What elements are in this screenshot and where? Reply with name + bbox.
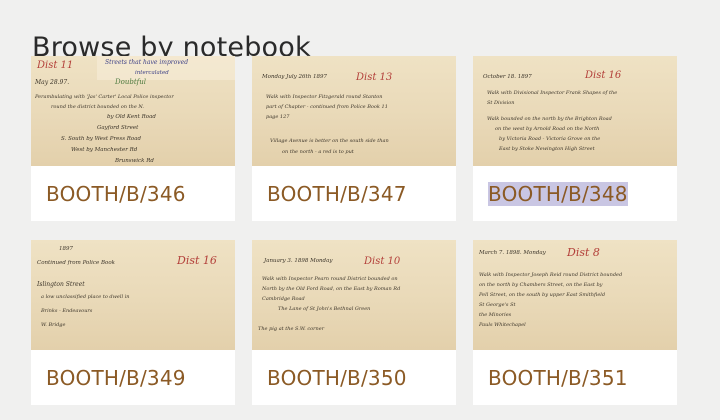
page-text: Continued from Police Book — [37, 260, 116, 266]
page-text: Dist 16 — [584, 70, 622, 81]
page-text: March 7. 1898. Monday — [478, 250, 547, 256]
notebook-page-thumbnail[interactable]: March 7. 1898. Monday Dist 8 Walk with I… — [473, 240, 677, 350]
page-text: on the north - a red is to put — [282, 149, 355, 155]
notebook-card-348[interactable]: October 18. 1897 Dist 16 Walk with Divis… — [473, 56, 677, 221]
page-text: North by the Old Ford Road, on the East … — [261, 286, 400, 292]
page-text: Walk with Divisional Inspector Frank Sha… — [487, 90, 617, 96]
notebook-reference[interactable]: BOOTH/B/350 — [267, 366, 407, 390]
notebook-reference[interactable]: BOOTH/B/349 — [46, 366, 186, 390]
page-text: Brinks - Endeavours — [40, 308, 93, 314]
notebook-card-351[interactable]: March 7. 1898. Monday Dist 8 Walk with I… — [473, 240, 677, 405]
page-text: the Minories — [479, 312, 512, 318]
page-text: The pig at the S.W. corner — [258, 326, 325, 332]
page-text: S. South by West Press Road — [61, 136, 142, 142]
page-text: Dist 11 — [36, 60, 73, 71]
page-text: on the north by Chambers Street, on the … — [479, 282, 603, 288]
page-text: Dist 13 — [355, 72, 392, 83]
page-text: St Division — [487, 100, 514, 106]
page-text: West by Manchester Rd — [71, 147, 138, 153]
notebook-card-347[interactable]: Monday July 26th 1897 Dist 13 Walk with … — [252, 56, 456, 221]
page-text: Islington Street — [36, 281, 85, 288]
notebook-page-thumbnail[interactable]: Monday July 26th 1897 Dist 13 Walk with … — [252, 56, 456, 166]
page-text: Walk with Inspector Pearn round District… — [262, 276, 398, 282]
notebook-reference[interactable]: BOOTH/B/348 — [488, 181, 628, 206]
page-text: Walk with Inspector Fitzgerald round Sta… — [266, 94, 382, 100]
page-text: May 28.97. — [34, 79, 69, 86]
page-text: W. Bridge — [41, 322, 66, 328]
notebook-card-349[interactable]: 1897 Dist 16 Continued from Police Book … — [31, 240, 235, 405]
page-text: Village Avenue is better on the south si… — [270, 138, 389, 144]
page-text: January 3. 1898 Monday — [263, 258, 333, 264]
page-text: by Old Kent Road — [107, 114, 156, 120]
page-text: page 127 — [266, 114, 290, 120]
page-text: Cambridge Road — [262, 296, 305, 302]
page-text: a low unclassified place to dwell in — [41, 294, 129, 300]
page-text: intercalated — [135, 70, 169, 76]
notebook-label-wrap: BOOTH/B/346 — [31, 166, 235, 221]
page-text: St George's St — [479, 302, 516, 308]
notebook-card-350[interactable]: January 3. 1898 Monday Dist 10 Walk with… — [252, 240, 456, 405]
page-text: Pauls Whitechapel — [478, 322, 526, 328]
notebook-page-thumbnail[interactable]: Dist 11 May 28.97. Streets that have imp… — [31, 56, 235, 166]
page-text: part of Chapter - continued from Police … — [266, 104, 388, 110]
notebook-page-thumbnail[interactable]: October 18. 1897 Dist 16 Walk with Divis… — [473, 56, 677, 166]
notebook-reference[interactable]: BOOTH/B/347 — [267, 182, 407, 206]
notebook-label-wrap: BOOTH/B/348 — [473, 166, 677, 221]
page-text: round the district bounded on the N. — [51, 104, 144, 110]
page-text: Pell Street, on the south by upper East … — [478, 292, 605, 298]
page-text: October 18. 1897 — [483, 74, 532, 80]
notebook-label-wrap: BOOTH/B/351 — [473, 350, 677, 405]
page-text: Dist 16 — [176, 254, 217, 267]
page-text: Streets that have improved — [105, 59, 188, 66]
notebook-reference[interactable]: BOOTH/B/346 — [46, 182, 186, 206]
page-text: The Lane of St John's Bethnal Green — [278, 306, 370, 312]
page-text: Monday July 26th 1897 — [261, 74, 327, 80]
page-text: Perambulating with 'Jas' Carter' Local P… — [34, 94, 174, 100]
notebook-grid: Dist 11 May 28.97. Streets that have imp… — [31, 56, 677, 405]
notebook-label-wrap: BOOTH/B/350 — [252, 350, 456, 405]
page-text: on the west by Arnold Road on the North — [495, 126, 599, 132]
notebook-page-thumbnail[interactable]: January 3. 1898 Monday Dist 10 Walk with… — [252, 240, 456, 350]
page-text: by Victoria Road - Victoria Grove on the — [499, 136, 600, 142]
page-text: Brunswick Rd — [114, 158, 154, 164]
notebook-page-thumbnail[interactable]: 1897 Dist 16 Continued from Police Book … — [31, 240, 235, 350]
page-text: Walk with Inspector Joseph Reid round Di… — [479, 272, 622, 278]
notebook-reference[interactable]: BOOTH/B/351 — [488, 366, 628, 390]
page-text: Dist 8 — [566, 246, 600, 259]
page-text: Dist 10 — [363, 256, 401, 267]
page-text: 1897 — [59, 246, 73, 252]
notebook-card-346[interactable]: Dist 11 May 28.97. Streets that have imp… — [31, 56, 235, 221]
page-text: Doubtful — [114, 78, 146, 86]
page-text: Walk bounded on the north by the Brighto… — [487, 116, 612, 122]
notebook-label-wrap: BOOTH/B/349 — [31, 350, 235, 405]
page-text: Gayford Street — [97, 125, 139, 131]
page-text: East by Stoke Newington High Street — [498, 146, 596, 152]
notebook-label-wrap: BOOTH/B/347 — [252, 166, 456, 221]
